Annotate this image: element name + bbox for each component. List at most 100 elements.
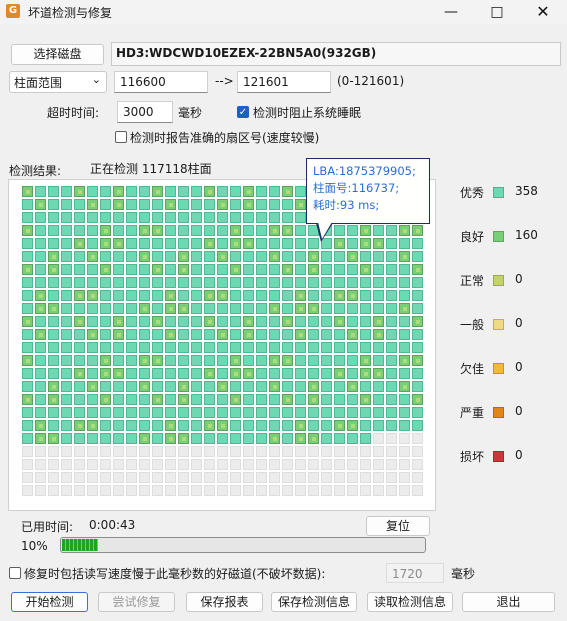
block-cell[interactable]: [243, 251, 254, 262]
block-cell[interactable]: [399, 316, 410, 327]
block-cell[interactable]: [87, 329, 98, 340]
block-cell[interactable]: [282, 407, 293, 418]
block-cell[interactable]: [230, 407, 241, 418]
block-cell[interactable]: [243, 290, 254, 301]
block-cell[interactable]: [399, 394, 410, 405]
block-cell[interactable]: [35, 251, 46, 262]
block-cell[interactable]: [269, 251, 280, 262]
block-cell[interactable]: [269, 446, 280, 457]
block-cell[interactable]: [334, 225, 345, 236]
block-cell[interactable]: [334, 316, 345, 327]
block-cell[interactable]: [191, 459, 202, 470]
block-cell[interactable]: [243, 212, 254, 223]
block-cell[interactable]: [126, 342, 137, 353]
block-cell[interactable]: [295, 264, 306, 275]
block-cell[interactable]: [22, 459, 33, 470]
block-cell[interactable]: [139, 290, 150, 301]
block-cell[interactable]: [217, 316, 228, 327]
block-cell[interactable]: [152, 303, 163, 314]
block-cell[interactable]: [61, 381, 72, 392]
block-cell[interactable]: [230, 303, 241, 314]
block-cell[interactable]: [230, 394, 241, 405]
block-cell[interactable]: [178, 342, 189, 353]
block-cell[interactable]: [295, 225, 306, 236]
block-cell[interactable]: [204, 342, 215, 353]
block-cell[interactable]: [256, 238, 267, 249]
block-cell[interactable]: [347, 355, 358, 366]
block-cell[interactable]: [373, 225, 384, 236]
block-cell[interactable]: [61, 394, 72, 405]
block-cell[interactable]: [230, 277, 241, 288]
block-cell[interactable]: [152, 459, 163, 470]
block-cell[interactable]: [126, 251, 137, 262]
block-cell[interactable]: [48, 212, 59, 223]
block-cell[interactable]: [308, 290, 319, 301]
block-cell[interactable]: [113, 420, 124, 431]
block-cell[interactable]: [61, 186, 72, 197]
block-cell[interactable]: [243, 381, 254, 392]
block-cell[interactable]: [178, 329, 189, 340]
block-cell[interactable]: [165, 212, 176, 223]
block-cell[interactable]: [48, 303, 59, 314]
block-cell[interactable]: [399, 368, 410, 379]
block-cell[interactable]: [165, 329, 176, 340]
block-cell[interactable]: [282, 186, 293, 197]
block-cell[interactable]: [269, 472, 280, 483]
block-cell[interactable]: [139, 433, 150, 444]
block-cell[interactable]: [399, 433, 410, 444]
block-cell[interactable]: [152, 433, 163, 444]
select-disk-button[interactable]: 选择磁盘: [11, 44, 104, 65]
block-cell[interactable]: [191, 264, 202, 275]
block-cell[interactable]: [399, 225, 410, 236]
block-cell[interactable]: [178, 264, 189, 275]
block-cell[interactable]: [269, 238, 280, 249]
block-cell[interactable]: [139, 199, 150, 210]
block-cell[interactable]: [321, 446, 332, 457]
block-cell[interactable]: [100, 264, 111, 275]
block-cell[interactable]: [113, 381, 124, 392]
block-cell[interactable]: [256, 407, 267, 418]
block-cell[interactable]: [126, 420, 137, 431]
block-cell[interactable]: [87, 225, 98, 236]
block-cell[interactable]: [139, 212, 150, 223]
block-cell[interactable]: [321, 316, 332, 327]
block-cell[interactable]: [74, 342, 85, 353]
block-cell[interactable]: [243, 316, 254, 327]
block-cell[interactable]: [48, 186, 59, 197]
block-cell[interactable]: [269, 277, 280, 288]
block-cell[interactable]: [230, 472, 241, 483]
block-cell[interactable]: [152, 264, 163, 275]
block-cell[interactable]: [269, 368, 280, 379]
block-cell[interactable]: [412, 368, 423, 379]
block-cell[interactable]: [217, 394, 228, 405]
block-cell[interactable]: [321, 472, 332, 483]
block-cell[interactable]: [386, 342, 397, 353]
block-cell[interactable]: [100, 394, 111, 405]
block-cell[interactable]: [178, 381, 189, 392]
block-cell[interactable]: [412, 264, 423, 275]
block-cell[interactable]: [100, 459, 111, 470]
block-cell[interactable]: [74, 407, 85, 418]
block-cell[interactable]: [282, 355, 293, 366]
block-cell[interactable]: [178, 199, 189, 210]
block-cell[interactable]: [35, 485, 46, 496]
block-cell[interactable]: [152, 316, 163, 327]
block-cell[interactable]: [269, 199, 280, 210]
block-cell[interactable]: [204, 212, 215, 223]
block-cell[interactable]: [321, 329, 332, 340]
block-cell[interactable]: [295, 446, 306, 457]
block-cell[interactable]: [334, 355, 345, 366]
block-cell[interactable]: [321, 303, 332, 314]
block-cell[interactable]: [217, 251, 228, 262]
block-cell[interactable]: [165, 225, 176, 236]
block-cell[interactable]: [243, 199, 254, 210]
block-cell[interactable]: [256, 316, 267, 327]
block-cell[interactable]: [282, 238, 293, 249]
block-cell[interactable]: [165, 446, 176, 457]
block-cell[interactable]: [308, 394, 319, 405]
block-cell[interactable]: [35, 368, 46, 379]
block-cell[interactable]: [360, 355, 371, 366]
block-cell[interactable]: [282, 316, 293, 327]
block-cell[interactable]: [295, 472, 306, 483]
block-cell[interactable]: [295, 485, 306, 496]
